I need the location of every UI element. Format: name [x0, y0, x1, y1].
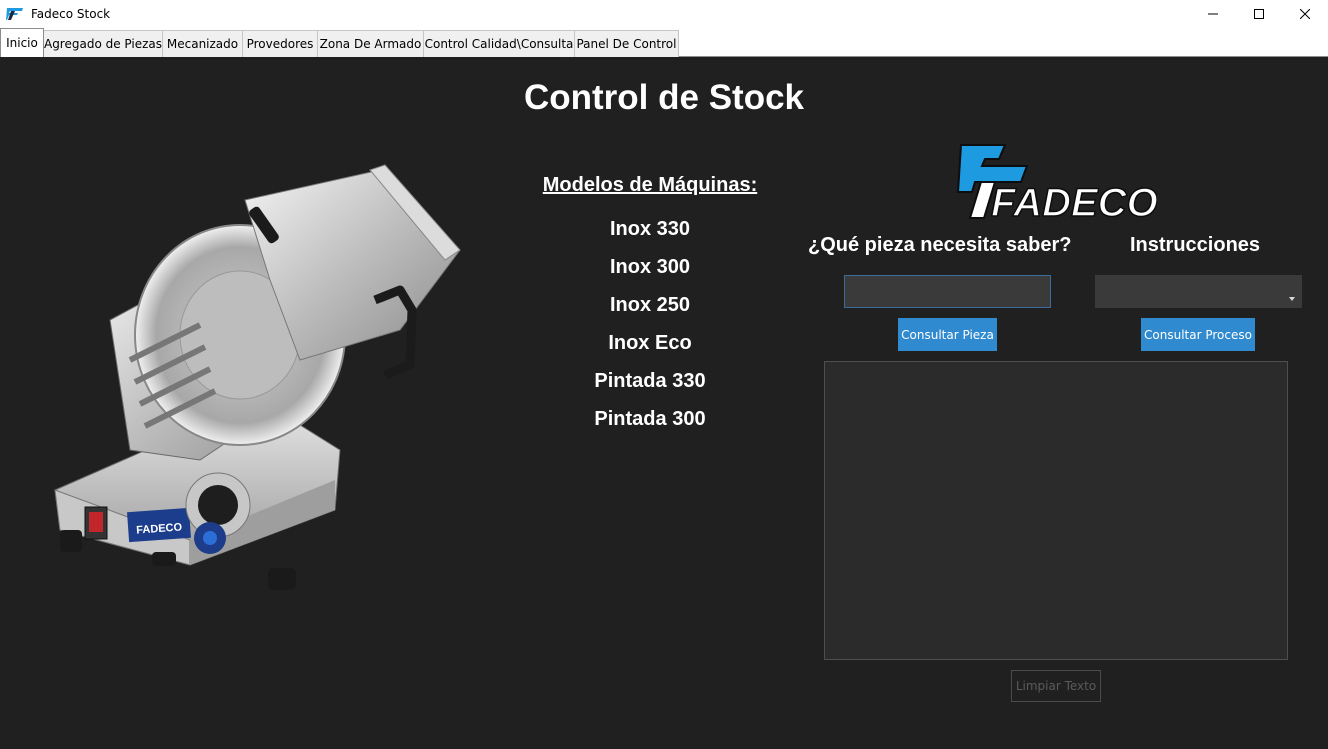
window-title: Fadeco Stock: [31, 7, 111, 21]
tab-agregado-de-piezas[interactable]: Agregado de Piezas: [43, 30, 163, 57]
model-item: Pintada 330: [594, 370, 706, 392]
model-item: Inox 300: [609, 256, 691, 278]
tab-panel-de-control[interactable]: Panel De Control: [574, 30, 679, 57]
output-textarea[interactable]: [824, 361, 1288, 660]
tab-control-calidad-consulta[interactable]: Control Calidad\Consulta: [423, 30, 575, 57]
tab-strip: Inicio Agregado de Piezas Mecanizado Pro…: [0, 28, 1328, 57]
logo-text: FADECO: [991, 181, 1157, 222]
pieza-question-label: ¿Qué pieza necesita saber?: [808, 234, 1072, 256]
tab-inicio[interactable]: Inicio: [0, 28, 44, 57]
model-item: Inox 330: [609, 218, 691, 240]
consultar-proceso-button[interactable]: Consultar Proceso: [1141, 318, 1255, 351]
close-icon: [1300, 9, 1310, 19]
instructions-dropdown[interactable]: [1095, 275, 1302, 308]
maximize-button[interactable]: [1236, 0, 1282, 28]
model-item: Inox Eco: [608, 332, 692, 354]
title-bar: Fadeco Stock: [0, 0, 1328, 28]
model-item: Pintada 300: [594, 408, 706, 430]
model-item: Inox 250: [609, 294, 691, 316]
tab-zona-de-armado[interactable]: Zona De Armado: [317, 30, 424, 57]
tab-provedores[interactable]: Provedores: [242, 30, 318, 57]
instructions-label: Instrucciones: [1130, 234, 1261, 256]
fadeco-logo: FADECO: [956, 144, 1157, 222]
minimize-icon: [1208, 13, 1218, 15]
app-logo-icon: [6, 8, 23, 20]
machine-image: FADECO: [54, 164, 461, 590]
consultar-pieza-button[interactable]: Consultar Pieza: [898, 318, 997, 351]
close-button[interactable]: [1282, 0, 1328, 28]
minimize-button[interactable]: [1190, 0, 1236, 28]
pieza-input[interactable]: [844, 275, 1051, 308]
dropdown-arrow-icon: [1289, 297, 1295, 301]
page-title: Control de Stock: [523, 78, 805, 117]
tab-mecanizado[interactable]: Mecanizado: [162, 30, 243, 57]
maximize-icon: [1254, 9, 1264, 19]
models-title: Modelos de Máquinas:: [542, 174, 758, 196]
limpiar-texto-button[interactable]: Limpiar Texto: [1011, 670, 1101, 702]
